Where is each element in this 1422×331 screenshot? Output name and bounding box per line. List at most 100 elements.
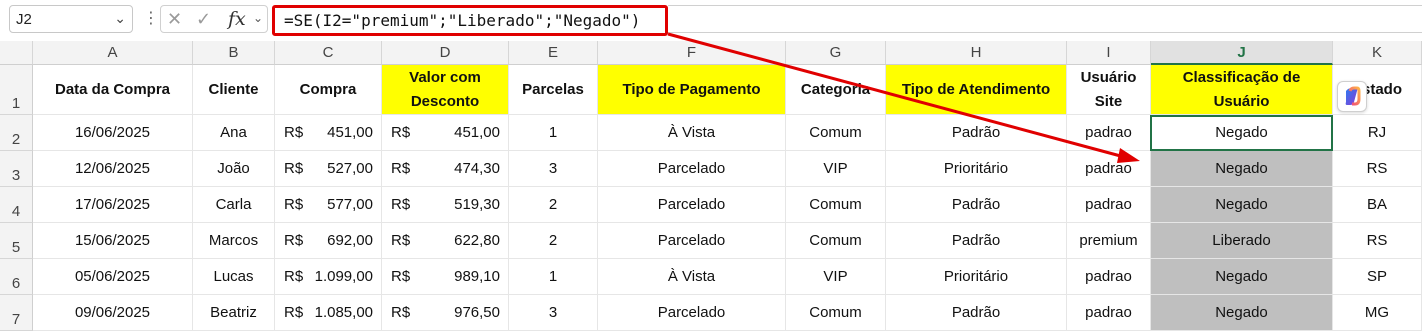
cell-usuario[interactable]: padrao [1067, 259, 1151, 295]
copilot-icon[interactable] [1337, 81, 1367, 112]
cell-estado[interactable]: SP [1333, 259, 1422, 295]
cell-classificacao[interactable]: Negado [1151, 151, 1333, 187]
row-header-6[interactable]: 6 [0, 259, 33, 295]
header-parcelas[interactable]: Parcelas [509, 65, 598, 115]
cell-compra[interactable]: R$ 1.099,00 [275, 259, 382, 295]
vertical-ellipsis-icon[interactable]: ⋮ [143, 8, 159, 27]
cell-classificacao[interactable]: Negado [1151, 259, 1333, 295]
cell-parcelas[interactable]: 1 [509, 115, 598, 151]
row-header-4[interactable]: 4 [0, 187, 33, 223]
cell-parcelas[interactable]: 1 [509, 259, 598, 295]
cell-client[interactable]: Ana [193, 115, 275, 151]
cell-client[interactable]: Marcos [193, 223, 275, 259]
cell-pagamento[interactable]: À Vista [598, 115, 786, 151]
name-box-value[interactable]: J2 [16, 11, 32, 28]
cell-estado[interactable]: RS [1333, 223, 1422, 259]
select-all-corner[interactable] [0, 41, 33, 65]
cell-categoria[interactable]: Comum [786, 187, 886, 223]
cell-parcelas[interactable]: 2 [509, 187, 598, 223]
cell-valor[interactable]: R$ 519,30 [382, 187, 509, 223]
cell-categoria[interactable]: Comum [786, 223, 886, 259]
column-header-h[interactable]: H [886, 41, 1067, 65]
checkmark-icon[interactable]: ✓ [196, 9, 211, 30]
cell-atendimento[interactable]: Padrão [886, 187, 1067, 223]
cell-date[interactable]: 12/06/2025 [33, 151, 193, 187]
column-header-i[interactable]: I [1067, 41, 1151, 65]
cell-atendimento[interactable]: Prioritário [886, 151, 1067, 187]
cell-client[interactable]: Carla [193, 187, 275, 223]
cell-atendimento[interactable]: Padrão [886, 223, 1067, 259]
cell-valor[interactable]: R$ 474,30 [382, 151, 509, 187]
cell-compra[interactable]: R$ 451,00 [275, 115, 382, 151]
cell-categoria[interactable]: Comum [786, 295, 886, 331]
cell-categoria[interactable]: VIP [786, 259, 886, 295]
fx-icon[interactable]: fx [228, 8, 246, 30]
cell-classificacao[interactable]: Negado [1151, 187, 1333, 223]
cell-valor[interactable]: R$ 989,10 [382, 259, 509, 295]
column-header-b[interactable]: B [193, 41, 275, 65]
header-valor-desconto[interactable]: Valor com Desconto [382, 65, 509, 115]
header-classificacao[interactable]: Classificação de Usuário [1151, 65, 1333, 115]
column-header-c[interactable]: C [275, 41, 382, 65]
header-data-compra[interactable]: Data da Compra [33, 65, 193, 115]
header-categoria[interactable]: Categoria [786, 65, 886, 115]
header-tipo-pagamento-cell[interactable]: Tipo de Pagamento [598, 65, 786, 115]
column-header-k[interactable]: K [1333, 41, 1422, 65]
column-header-f[interactable]: F [598, 41, 786, 65]
cell-compra[interactable]: R$ 527,00 [275, 151, 382, 187]
column-header-d[interactable]: D [382, 41, 509, 65]
formula-input[interactable]: =SE(I2="premium";"Liberado";"Negado") [272, 5, 668, 36]
cell-usuario[interactable]: padrao [1067, 151, 1151, 187]
cell-parcelas[interactable]: 3 [509, 295, 598, 331]
cell-estado[interactable]: RJ [1333, 115, 1422, 151]
cell-client[interactable]: João [193, 151, 275, 187]
row-header-5[interactable]: 5 [0, 223, 33, 259]
row-header-1[interactable]: 1 [0, 65, 33, 115]
header-cliente[interactable]: Cliente [193, 65, 275, 115]
cell-compra[interactable]: R$ 1.085,00 [275, 295, 382, 331]
cell-atendimento[interactable]: Padrão [886, 115, 1067, 151]
cell-date[interactable]: 09/06/2025 [33, 295, 193, 331]
cell-usuario[interactable]: padrao [1067, 115, 1151, 151]
cell-estado[interactable]: MG [1333, 295, 1422, 331]
cell-pagamento[interactable]: À Vista [598, 259, 786, 295]
cell-atendimento[interactable]: Padrão [886, 295, 1067, 331]
name-box[interactable]: J2 ⌄ [9, 5, 133, 33]
column-header-g[interactable]: G [786, 41, 886, 65]
cell-compra[interactable]: R$ 577,00 [275, 187, 382, 223]
header-tipo-atendimento[interactable]: Tipo de Atendimento [886, 65, 1067, 115]
column-header-e[interactable]: E [509, 41, 598, 65]
header-usuario-site[interactable]: Usuário Site [1067, 65, 1151, 115]
cell-valor[interactable]: R$ 451,00 [382, 115, 509, 151]
cell-valor[interactable]: R$ 976,50 [382, 295, 509, 331]
cell-estado[interactable]: RS [1333, 151, 1422, 187]
cell-pagamento[interactable]: Parcelado [598, 223, 786, 259]
cell-classificacao[interactable]: Liberado [1151, 223, 1333, 259]
header-compra[interactable]: Compra [275, 65, 382, 115]
cell-client[interactable]: Beatriz [193, 295, 275, 331]
chevron-down-icon[interactable]: ⌄ [114, 10, 126, 27]
row-header-3[interactable]: 3 [0, 151, 33, 187]
cell-date[interactable]: 05/06/2025 [33, 259, 193, 295]
cell-classificacao[interactable]: Negado [1151, 295, 1333, 331]
cell-parcelas[interactable]: 2 [509, 223, 598, 259]
cell-parcelas[interactable]: 3 [509, 151, 598, 187]
row-header-2[interactable]: 2 [0, 115, 33, 151]
cell-client[interactable]: Lucas [193, 259, 275, 295]
cell-compra[interactable]: R$ 692,00 [275, 223, 382, 259]
cell-usuario[interactable]: padrao [1067, 187, 1151, 223]
cell-usuario[interactable]: premium [1067, 223, 1151, 259]
x-icon[interactable]: ✕ [167, 9, 182, 30]
cell-usuario[interactable]: padrao [1067, 295, 1151, 331]
cell-date[interactable]: 17/06/2025 [33, 187, 193, 223]
formula-input-area[interactable] [668, 5, 1422, 33]
cell-valor[interactable]: R$ 622,80 [382, 223, 509, 259]
cell-categoria[interactable]: Comum [786, 115, 886, 151]
cell-pagamento[interactable]: Parcelado [598, 151, 786, 187]
column-header-a[interactable]: A [33, 41, 193, 65]
cell-estado[interactable]: BA [1333, 187, 1422, 223]
cell-categoria[interactable]: VIP [786, 151, 886, 187]
column-header-j[interactable]: J [1151, 41, 1333, 65]
chevron-down-icon[interactable]: ⌄ [253, 11, 263, 25]
cell-date[interactable]: 16/06/2025 [33, 115, 193, 151]
